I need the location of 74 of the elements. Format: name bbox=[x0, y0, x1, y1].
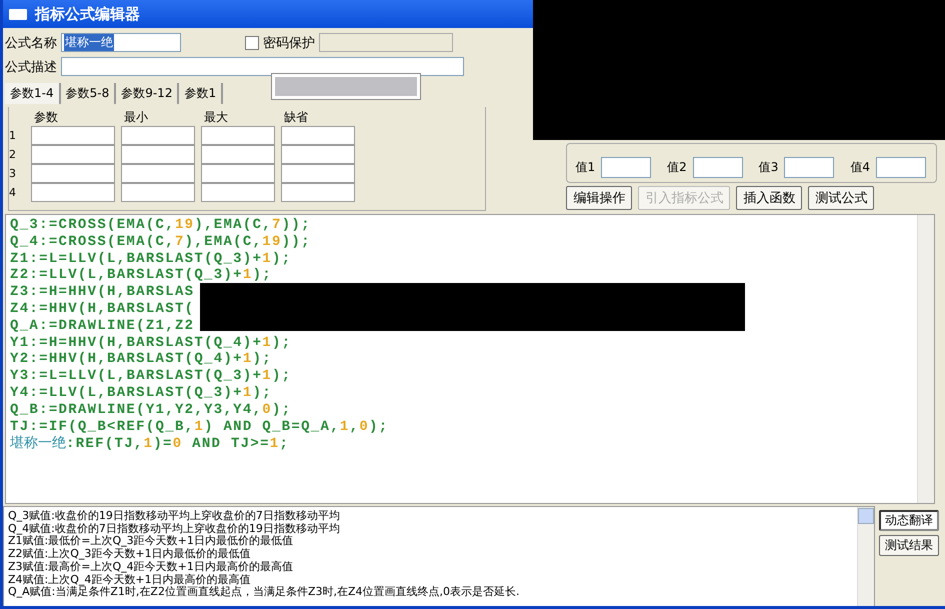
tab[interactable]: 参数5-8 bbox=[60, 83, 116, 104]
column-header: 最大 bbox=[203, 109, 229, 126]
input-field[interactable] bbox=[31, 126, 115, 145]
translation-line: Z1赋值:最低价=上次Q_3距今天数+1日内最低价的最低值 bbox=[8, 535, 294, 548]
value-field[interactable] bbox=[601, 156, 652, 178]
input-field[interactable] bbox=[281, 183, 355, 202]
tab[interactable]: 参数9-12 bbox=[116, 83, 180, 104]
input-field[interactable] bbox=[201, 126, 275, 145]
translation-line: Z3赋值:最高价=上次Q_4距今天数+1日内最高价的最高值 bbox=[8, 560, 294, 574]
side-button[interactable]: 动态翻译 bbox=[879, 510, 939, 531]
value-label: 值1 bbox=[575, 158, 596, 176]
code-line: Z4:=HHV(H,BARSLAST( bbox=[10, 300, 196, 318]
code-line: Z3:=H=HHV(H,BARSLAS bbox=[10, 284, 196, 301]
code-line: Y1:=H=HHV(H,BARSLAST(Q_4)+1); bbox=[10, 334, 292, 352]
checkbox-label: 密码保护 bbox=[263, 34, 315, 52]
scroll-up-icon[interactable] bbox=[858, 508, 874, 524]
code-line: Q_3:=CROSS(EMA(C,19),EMA(C,7)); bbox=[10, 217, 312, 234]
translation-line: Q_A赋值:当满足条件Z1时,在Z2位置画直线起点，当满足条件Z3时,在Z4位置画直线终点,0表示是否延长. bbox=[8, 586, 521, 599]
translation-line: Z2赋值:上次Q_3距今天数+1日内最低价的最低值 bbox=[8, 548, 252, 560]
input-field[interactable] bbox=[201, 164, 275, 183]
tab[interactable]: 参数1 bbox=[179, 83, 224, 104]
input-field[interactable] bbox=[201, 145, 275, 164]
input-field[interactable] bbox=[31, 145, 115, 164]
scrollbar[interactable] bbox=[857, 507, 874, 606]
name-field[interactable]: 堪称一绝 bbox=[61, 33, 181, 52]
row-number: 4 bbox=[9, 185, 17, 201]
row-number: 2 bbox=[9, 147, 17, 163]
column-header: 最小 bbox=[123, 109, 149, 126]
window-icon bbox=[9, 8, 27, 20]
toolbar-button[interactable]: 插入函数 bbox=[736, 186, 802, 210]
input-field[interactable] bbox=[31, 164, 115, 183]
input-field[interactable] bbox=[201, 183, 275, 202]
code-editor[interactable] bbox=[5, 214, 935, 504]
code-line: 堪称一绝:REF(TJ,1)=0 AND TJ>=1; bbox=[10, 435, 290, 452]
input-field[interactable] bbox=[281, 126, 355, 145]
tab[interactable]: 参数1-4 bbox=[5, 83, 61, 104]
input-field[interactable] bbox=[121, 183, 195, 202]
field-label: 公式描述 bbox=[5, 58, 57, 76]
code-line: Q_A:=DRAWLINE(Z1,Z2 bbox=[10, 318, 196, 335]
value-field[interactable] bbox=[784, 156, 834, 178]
code-line: Z2:=LLV(L,BARSLAST(Q_3)+1); bbox=[10, 267, 273, 284]
code-line: TJ:=IF(Q_B<REF(Q_B,1) AND Q_B=Q_A,1,0); bbox=[10, 418, 390, 436]
translation-line: Q_4赋值:收盘价的7日指数移动平均上穿收盘价的19日指数移动平均 bbox=[8, 522, 341, 535]
row-number: 1 bbox=[9, 128, 17, 144]
code-line: Y3:=L=LLV(L,BARSLAST(Q_3)+1); bbox=[10, 368, 292, 385]
scrollbar[interactable] bbox=[917, 215, 934, 503]
toolbar-button[interactable]: 编辑操作 bbox=[566, 186, 632, 210]
column-header: 缺省 bbox=[283, 109, 309, 126]
code-line: Q_B:=DRAWLINE(Y1,Y2,Y3,Y4,0); bbox=[10, 402, 292, 419]
column-header: 参数 bbox=[33, 109, 59, 126]
toolbar-button[interactable]: 测试公式 bbox=[808, 186, 874, 210]
input-field[interactable] bbox=[121, 164, 195, 183]
input-field[interactable] bbox=[121, 126, 195, 145]
translation-line: Z4赋值:上次Q_4距今天数+1日内最高价的最高值 bbox=[8, 574, 252, 586]
code-line: Y4:=LLV(L,BARSLAST(Q_3)+1); bbox=[10, 384, 273, 402]
code-line: Q_4:=CROSS(EMA(C,7),EMA(C,19)); bbox=[10, 234, 312, 251]
value-label: 值4 bbox=[850, 158, 870, 176]
row-number: 3 bbox=[9, 166, 17, 182]
description-field[interactable] bbox=[61, 57, 464, 76]
input-field[interactable] bbox=[281, 164, 355, 183]
value-label: 值2 bbox=[667, 158, 687, 176]
value-field[interactable] bbox=[692, 156, 743, 178]
side-button[interactable]: 测试结果 bbox=[879, 535, 939, 556]
checkbox[interactable] bbox=[245, 36, 259, 50]
code-line: Z1:=L=LLV(L,BARSLAST(Q_3)+1); bbox=[10, 250, 292, 268]
code-line: Y2:=HHV(H,BARSLAST(Q_4)+1); bbox=[10, 351, 273, 368]
window-title: 指标公式编辑器 bbox=[35, 4, 140, 24]
field-label: 公式名称 bbox=[5, 34, 57, 52]
input-field[interactable] bbox=[281, 145, 355, 164]
translation-line: Q_3赋值:收盘价的19日指数移动平均上穿收盘价的7日指数移动平均 bbox=[8, 510, 341, 522]
input-field[interactable] bbox=[31, 183, 115, 202]
value-field[interactable] bbox=[876, 156, 926, 178]
value-label: 值3 bbox=[758, 158, 778, 176]
input-field[interactable] bbox=[121, 145, 195, 164]
